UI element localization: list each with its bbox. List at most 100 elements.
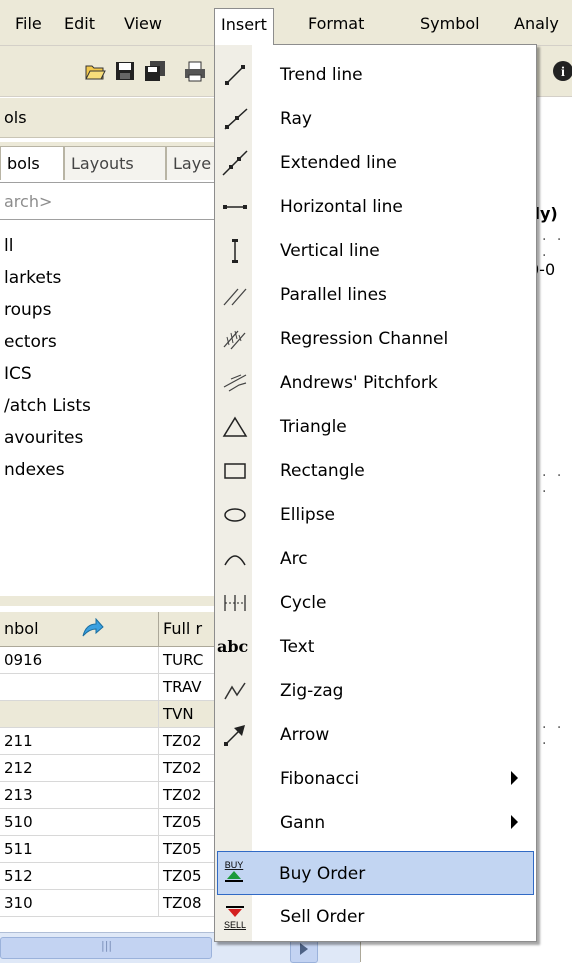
cell-symbol: 310 <box>4 894 33 912</box>
menu-item-triangle[interactable]: Triangle <box>217 405 534 449</box>
cell-full-name: TRAV <box>158 674 219 700</box>
menu-item-label: Arrow <box>280 725 330 745</box>
menu-item-label: Triangle <box>280 417 347 437</box>
menu-item-label: Sell Order <box>280 907 365 927</box>
menu-item-gann[interactable]: Gann <box>217 801 534 845</box>
tree-item-groups[interactable]: roups <box>0 294 212 326</box>
menu-format[interactable]: Format <box>308 12 364 36</box>
symbol-tree: ll larkets roups ectors ICS /atch Lists … <box>0 230 212 486</box>
tab-symbols[interactable]: bols <box>0 146 64 180</box>
column-header-full-name[interactable]: Full r <box>158 612 218 646</box>
menu-item-cycle[interactable]: Cycle <box>217 581 534 625</box>
menu-bar: File Edit View Insert Format Symbol Anal… <box>0 0 572 46</box>
menu-item-vertical-line[interactable]: Vertical line <box>217 229 534 273</box>
tree-item-gics[interactable]: ICS <box>0 358 212 390</box>
menu-view[interactable]: View <box>124 12 162 36</box>
chart-gridline-dots: · · · <box>542 720 565 752</box>
tree-item-favourites[interactable]: avourites <box>0 422 212 454</box>
menu-item-extended-line[interactable]: Extended line <box>217 141 534 185</box>
menu-analysis[interactable]: Analy <box>514 12 559 36</box>
menu-item-horizontal-line[interactable]: Horizontal line <box>217 185 534 229</box>
menu-item-arrow[interactable]: Arrow <box>217 713 534 757</box>
menu-item-label: Vertical line <box>280 241 380 261</box>
tree-item-sectors[interactable]: ectors <box>0 326 212 358</box>
extended-line-icon <box>222 150 248 176</box>
menu-file[interactable]: File <box>15 12 42 36</box>
menu-item-label: Rectangle <box>280 461 365 481</box>
chart-gridline-dots: · · · <box>542 232 565 264</box>
menu-item-ray[interactable]: Ray <box>217 97 534 141</box>
regression-channel-icon <box>223 330 246 350</box>
tab-layouts[interactable]: Layouts <box>64 146 166 180</box>
cell-symbol: 511 <box>4 840 33 858</box>
menu-item-regression-channel[interactable]: Regression Channel <box>217 317 534 361</box>
vertical-line-icon <box>232 239 238 263</box>
scrollbar-thumb[interactable]: ||| <box>0 937 212 959</box>
save-icon[interactable] <box>114 60 136 82</box>
tree-item-watch-lists[interactable]: /atch Lists <box>0 390 212 422</box>
arrow-icon <box>224 725 245 746</box>
arc-icon <box>224 555 246 566</box>
buy-order-icon-text: BUY <box>225 860 244 870</box>
menu-item-label: Ray <box>280 109 312 129</box>
chart-gridline-dots: · · · <box>542 468 565 500</box>
menu-item-label: Parallel lines <box>280 285 387 305</box>
menu-item-label: Buy Order <box>279 864 366 884</box>
tree-item-all[interactable]: ll <box>0 230 212 262</box>
cell-symbol: 512 <box>4 867 33 885</box>
menu-item-fibonacci[interactable]: Fibonacci <box>217 757 534 801</box>
cell-symbol: 0916 <box>4 651 43 669</box>
menu-item-andrews-pitchfork[interactable]: Andrews' Pitchfork <box>217 361 534 405</box>
triangle-icon <box>222 416 248 437</box>
horizontal-line-icon <box>223 205 247 209</box>
cell-full-name: TZ02 <box>158 728 219 754</box>
cell-full-name: TZ02 <box>158 755 219 781</box>
cell-symbol: 212 <box>4 759 33 777</box>
menu-edit[interactable]: Edit <box>64 12 95 36</box>
menu-item-label: Text <box>280 637 315 657</box>
cell-symbol: 213 <box>4 786 33 804</box>
cell-symbol: 510 <box>4 813 33 831</box>
svg-text:i: i <box>561 65 565 80</box>
cell-symbol <box>0 674 4 700</box>
open-folder-icon[interactable] <box>84 60 106 82</box>
menu-item-ellipse[interactable]: Ellipse <box>217 493 534 537</box>
menu-item-text[interactable]: abc Text <box>217 625 534 669</box>
cell-symbol <box>0 701 4 727</box>
column-header-symbol[interactable]: nbol <box>0 612 158 646</box>
cell-symbol: 211 <box>4 732 33 750</box>
sell-order-icon-text: SELL <box>224 920 246 930</box>
parallel-lines-icon <box>223 288 247 306</box>
menu-item-zig-zag[interactable]: Zig-zag <box>217 669 534 713</box>
menu-item-label: Zig-zag <box>280 681 344 701</box>
menu-item-label: Regression Channel <box>280 329 449 349</box>
menu-item-parallel-lines[interactable]: Parallel lines <box>217 273 534 317</box>
rectangle-icon <box>224 463 246 479</box>
menu-item-sell-order[interactable]: SELL Sell Order <box>217 895 534 939</box>
save-all-icon[interactable] <box>144 60 166 82</box>
sort-arrow-icon <box>82 618 104 637</box>
menu-item-label: Fibonacci <box>280 769 360 789</box>
ray-icon <box>224 108 248 130</box>
print-icon[interactable] <box>184 60 206 82</box>
menu-item-label: Andrews' Pitchfork <box>280 373 438 393</box>
menu-item-label: Trend line <box>280 65 363 85</box>
sell-order-icon: SELL <box>224 906 246 930</box>
cell-full-name: TZ05 <box>158 809 219 835</box>
menu-symbol[interactable]: Symbol <box>420 12 480 36</box>
zigzag-icon <box>224 682 246 700</box>
menu-item-arc[interactable]: Arc <box>217 537 534 581</box>
menu-item-label: Gann <box>280 813 326 833</box>
tree-item-indexes[interactable]: ndexes <box>0 454 212 486</box>
submenu-arrow-icon <box>511 771 518 785</box>
tree-item-markets[interactable]: larkets <box>0 262 212 294</box>
help-icon[interactable]: i <box>552 60 572 82</box>
insert-menu: Trend line Ray Extended line Horizontal … <box>214 44 537 942</box>
buy-order-icon: BUY <box>225 860 244 882</box>
menu-item-trend-line[interactable]: Trend line <box>217 53 534 97</box>
cell-full-name: TZ02 <box>158 782 219 808</box>
cell-full-name: TZ05 <box>158 863 219 889</box>
menu-item-rectangle[interactable]: Rectangle <box>217 449 534 493</box>
menu-item-buy-order[interactable]: BUY Buy Order <box>217 851 534 895</box>
menu-insert[interactable]: Insert <box>214 8 274 45</box>
